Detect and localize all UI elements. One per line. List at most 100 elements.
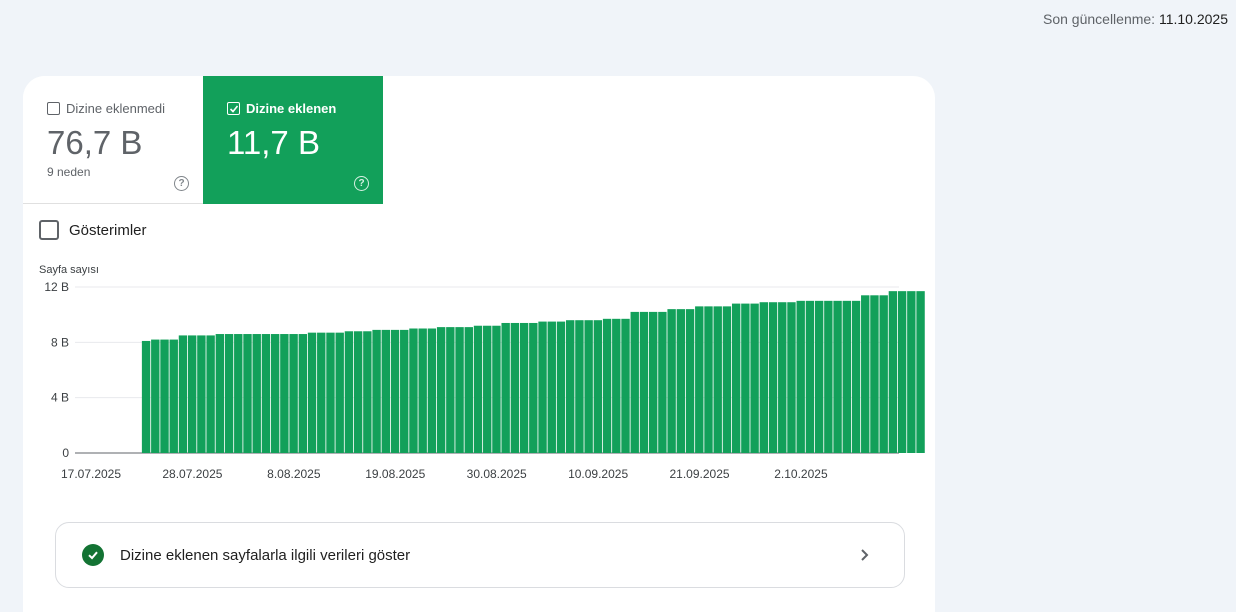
x-tick-label: 28.07.2025 (162, 467, 222, 481)
x-tick-label: 30.08.2025 (467, 467, 527, 481)
not-indexed-label: Dizine eklenmedi (66, 101, 165, 116)
chart-bar (639, 311, 649, 453)
chart-bar (473, 325, 483, 453)
chart-bar (372, 329, 381, 453)
check-circle-icon (82, 544, 104, 566)
chart-bar (519, 322, 529, 453)
chart-bar (400, 329, 409, 453)
chart-bar (151, 339, 160, 453)
index-coverage-card: Dizine eklenmedi 76,7 B 9 neden ? Dizine… (23, 76, 935, 612)
y-tick-label: 0 (62, 446, 69, 460)
x-tick-label: 21.09.2025 (669, 467, 729, 481)
chart-bar (436, 327, 446, 453)
chart-bar (584, 320, 593, 453)
chart-bar (851, 300, 861, 453)
chart-bar (280, 334, 289, 453)
chart-bar (593, 320, 603, 453)
chart-bar (418, 328, 427, 453)
chart-bar (602, 318, 612, 453)
indexed-tile[interactable]: Dizine eklenen 11,7 B ? (203, 76, 383, 204)
chart-bar (547, 321, 556, 453)
impressions-checkbox[interactable] (39, 220, 59, 240)
chart-bar (446, 327, 455, 453)
chart-bar (805, 300, 815, 453)
chart-bar (695, 306, 704, 453)
last-updated-value: 11.10.2025 (1158, 11, 1228, 27)
chart-bar (307, 332, 317, 453)
chart-bar (317, 332, 326, 453)
indexed-count: 11,7 B (227, 124, 320, 161)
chart-bar (160, 339, 169, 453)
checkmark-icon (229, 104, 238, 113)
chart-bar (731, 303, 741, 453)
chart-bar (685, 309, 695, 453)
x-tick-label: 17.07.2025 (61, 467, 121, 481)
chart-bar (676, 309, 686, 453)
indexed-pages-chart: 0 4 B 8 B 12 B 17.07.2025 28.07.2025 8.08.2025… (44, 280, 925, 481)
chart-bar (621, 318, 630, 453)
chart-bar (722, 306, 732, 453)
chart-bar (252, 334, 261, 453)
chart-bar (814, 300, 824, 453)
chart-bar (206, 335, 215, 453)
chart-bar (501, 322, 510, 453)
chart-bar (224, 334, 234, 453)
chart-bar (630, 311, 639, 453)
chart-bar (870, 295, 879, 453)
impressions-toggle[interactable]: Gösterimler (39, 220, 147, 240)
chart-bar (704, 306, 713, 453)
chart-bar (879, 295, 888, 453)
chart-bar (916, 291, 925, 453)
chart-bar (667, 309, 676, 453)
chart-bar (833, 300, 842, 453)
chart-bar (141, 340, 151, 453)
chart-bar (455, 327, 464, 453)
y-tick-label: 12 B (44, 280, 69, 294)
not-indexed-tile[interactable]: Dizine eklenmedi 76,7 B 9 neden ? (23, 76, 203, 204)
chart-bar (907, 291, 916, 453)
chart-bar (344, 331, 354, 453)
chart-bar (363, 331, 372, 453)
chart-bar (197, 335, 206, 453)
chart-bar (824, 300, 833, 453)
not-indexed-count: 76,7 B (47, 124, 143, 161)
chart-bar (713, 306, 722, 453)
chart-bar (750, 303, 759, 453)
chart-bar (741, 303, 750, 453)
chart-bar (648, 311, 658, 453)
chart-bar (529, 322, 538, 453)
help-icon[interactable]: ? (354, 176, 369, 191)
chart-bar (538, 321, 547, 453)
chart-bar (492, 325, 501, 453)
chart-bar (796, 300, 805, 453)
chart-bar (787, 302, 796, 453)
last-updated: Son güncellenme: 11.10.2025 (1043, 11, 1228, 27)
chart-bar (483, 325, 492, 453)
chart-bar (566, 320, 575, 453)
last-updated-label: Son güncellenme: (1043, 11, 1156, 27)
chart-bar (215, 334, 225, 453)
chart-bar (298, 334, 308, 453)
chart-bar (390, 329, 400, 453)
chart-bar (768, 302, 778, 453)
y-axis-title: Sayfa sayısı (39, 264, 99, 276)
chart-bar (464, 327, 473, 453)
not-indexed-checkbox[interactable] (47, 102, 60, 115)
chart-bar (888, 291, 898, 453)
not-indexed-reasons: 9 neden (47, 165, 91, 179)
x-tick-label: 2.10.2025 (774, 467, 828, 481)
indexed-checkbox[interactable] (227, 102, 240, 115)
chart-bar (897, 291, 907, 453)
help-icon[interactable]: ? (174, 176, 189, 191)
chart-bar (861, 295, 870, 453)
show-indexed-data-row[interactable]: Dizine eklenen sayfalarla ilgili veriler… (55, 522, 905, 588)
chart-bar (169, 339, 178, 453)
chart-bar (335, 332, 344, 453)
chart-bar (427, 328, 437, 453)
x-tick-label: 10.09.2025 (568, 467, 628, 481)
indexed-label: Dizine eklenen (246, 101, 337, 116)
chart-bar (381, 329, 390, 453)
y-tick-label: 8 B (51, 335, 69, 349)
chart-bar (510, 322, 520, 453)
chart-bar (289, 334, 298, 453)
